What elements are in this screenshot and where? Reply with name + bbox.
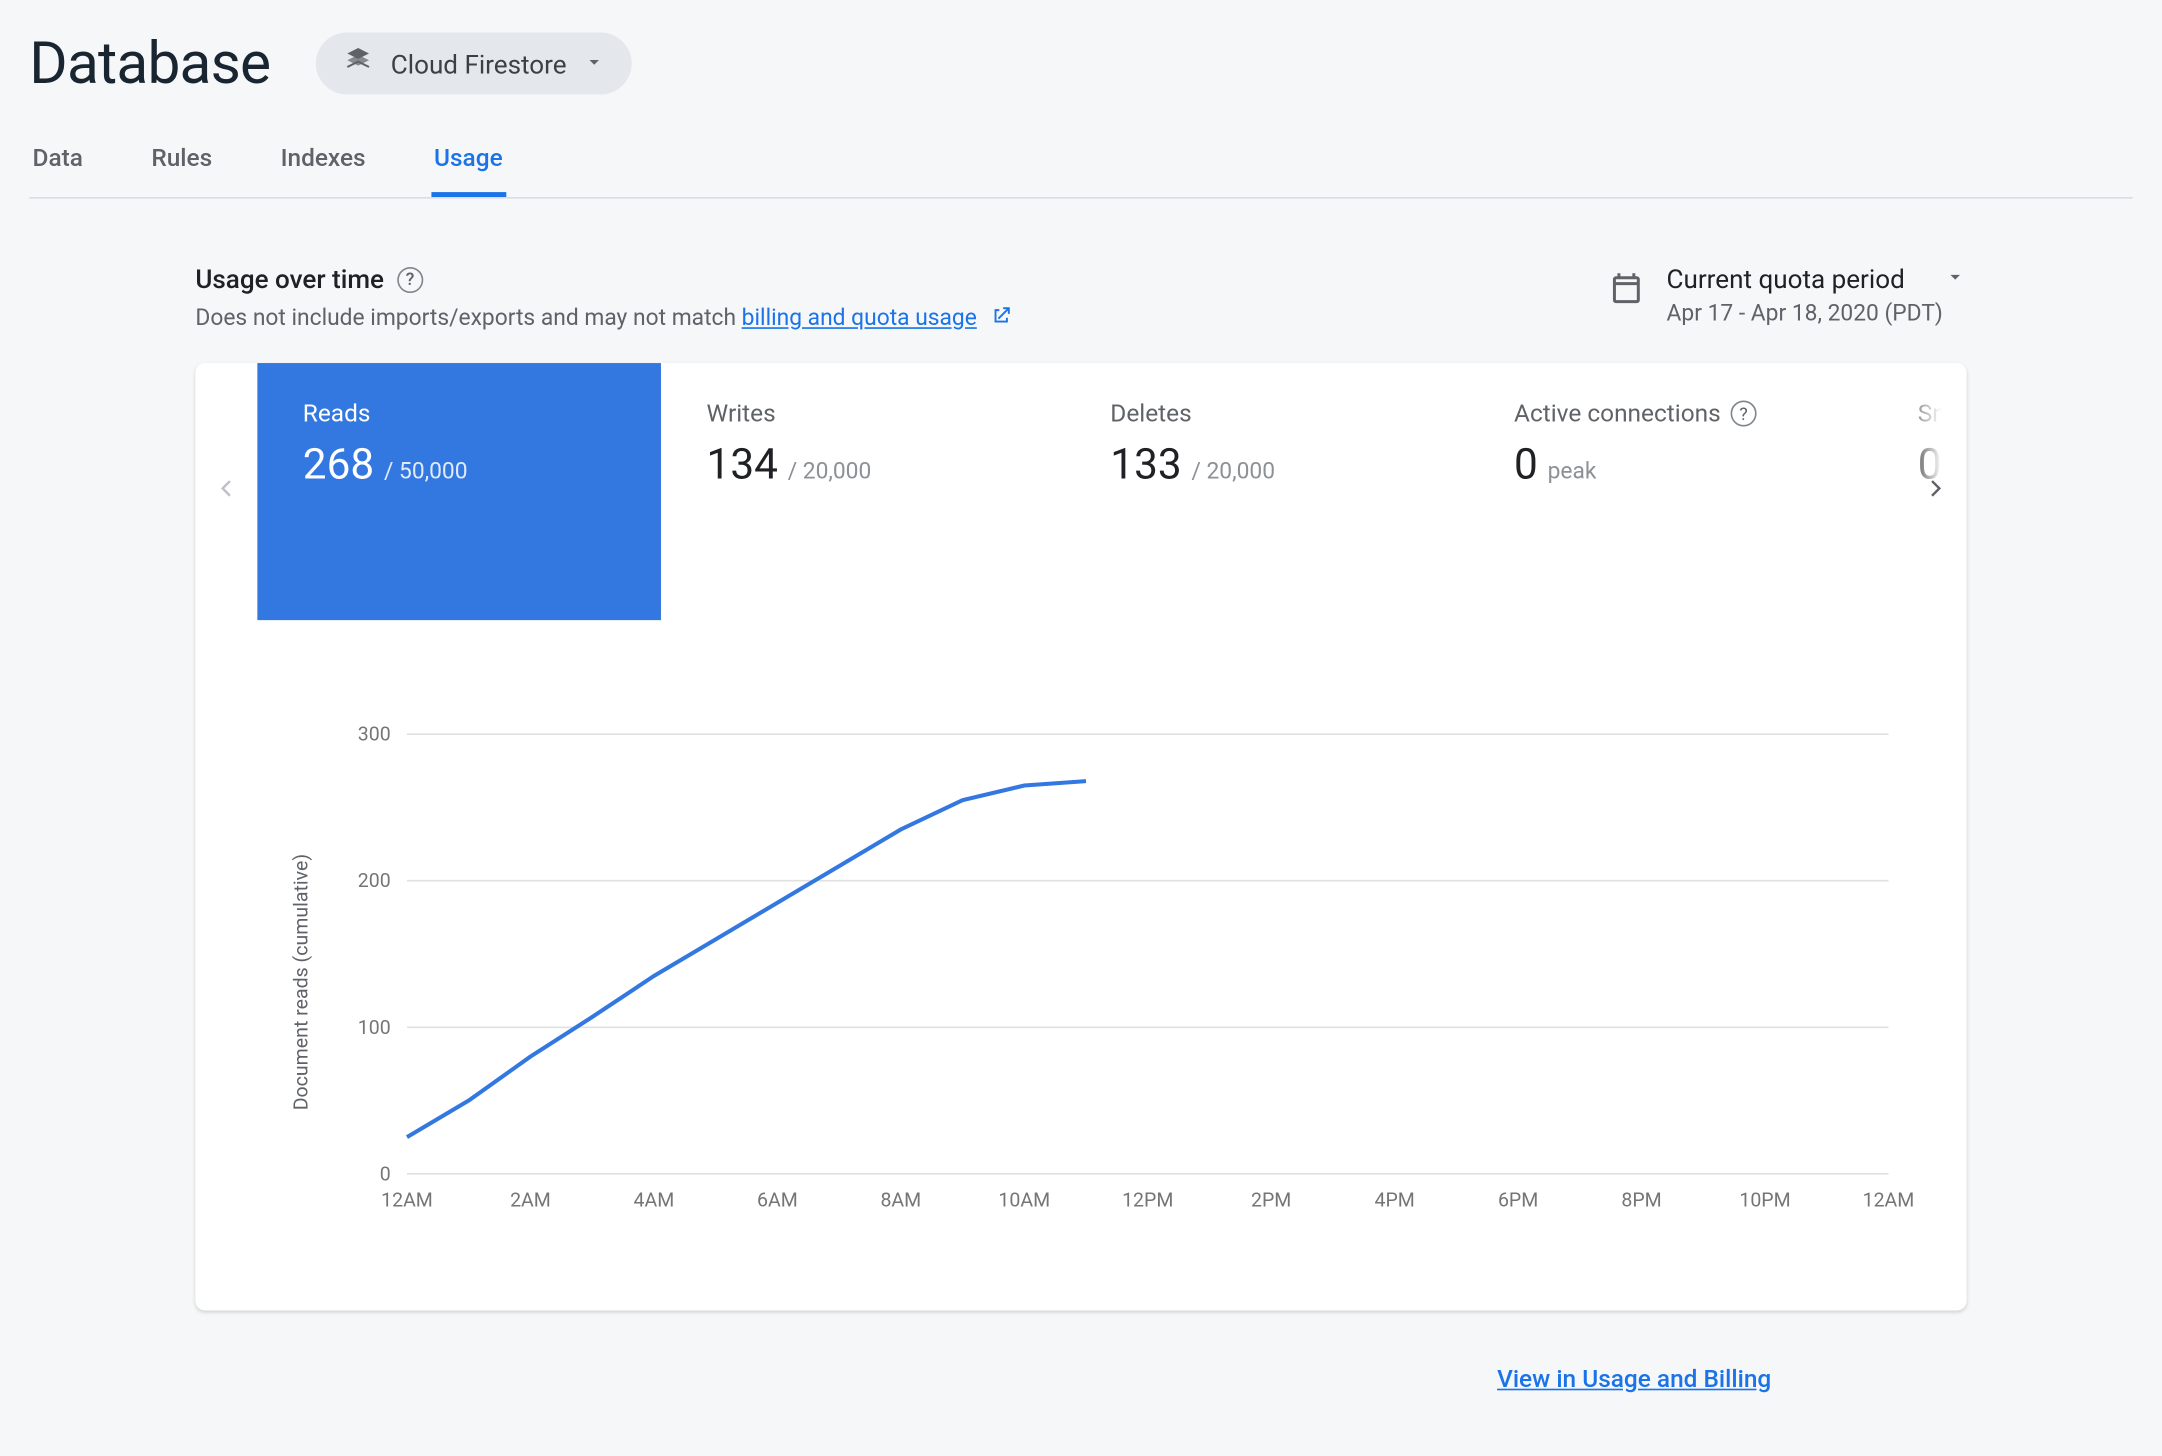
metric-label: Writes (707, 399, 776, 428)
help-icon[interactable]: ? (397, 266, 423, 292)
svg-text:4AM: 4AM (634, 1188, 675, 1211)
usage-subtitle-text: Does not include imports/exports and may… (195, 306, 741, 332)
metric-value: 134 (707, 441, 778, 490)
usage-subtitle: Does not include imports/exports and may… (195, 304, 1011, 333)
chevron-left-icon (212, 474, 241, 510)
svg-text:6PM: 6PM (1498, 1188, 1538, 1211)
tab-rules[interactable]: Rules (148, 143, 215, 197)
metric-value: 133 (1110, 441, 1181, 490)
caret-down-icon (583, 48, 606, 79)
page-title: Database (29, 29, 270, 97)
period-label: Current quota period (1667, 264, 1905, 295)
metric-label: Active connections (1514, 399, 1721, 428)
tab-indexes[interactable]: Indexes (277, 143, 369, 197)
database-selector[interactable]: Cloud Firestore (316, 33, 632, 95)
scroll-left-button[interactable] (195, 363, 257, 620)
y-axis-label: Document reads (cumulative) (277, 718, 326, 1245)
svg-text:2PM: 2PM (1251, 1188, 1291, 1211)
metric-deletes[interactable]: Deletes 133 / 20,000 (1065, 363, 1469, 620)
metric-quota: peak (1548, 459, 1597, 485)
svg-text:0: 0 (380, 1162, 391, 1185)
period-range: Apr 17 - Apr 18, 2020 (PDT) (1667, 301, 1967, 327)
help-icon[interactable]: ? (1730, 400, 1756, 426)
metric-reads[interactable]: Reads 268 / 50,000 (257, 363, 661, 620)
svg-text:100: 100 (358, 1016, 391, 1039)
firestore-icon (342, 44, 375, 83)
svg-text:4PM: 4PM (1374, 1188, 1414, 1211)
period-selector[interactable]: Current quota period Apr 17 - Apr 18, 20… (1667, 264, 1967, 327)
chevron-right-icon (1921, 474, 1950, 510)
billing-link-text: billing and quota usage (742, 306, 977, 332)
svg-text:12AM: 12AM (1863, 1188, 1915, 1211)
billing-link[interactable]: billing and quota usage (742, 306, 977, 332)
svg-text:6AM: 6AM (757, 1188, 798, 1211)
calendar-icon (1608, 270, 1644, 312)
caret-down-icon (1944, 264, 1967, 295)
metric-label: Deletes (1110, 399, 1191, 428)
usage-title: Usage over time (195, 264, 384, 295)
usage-card: Reads268/ 50,000Writes134/ 20,000Deletes… (195, 363, 1966, 1310)
svg-text:200: 200 (358, 869, 391, 892)
tab-usage[interactable]: Usage (431, 143, 506, 197)
metric-quota: / 50,000 (384, 459, 468, 485)
metric-label: Reads (303, 399, 371, 428)
svg-text:12AM: 12AM (381, 1188, 433, 1211)
scroll-right-button[interactable] (1905, 363, 1967, 620)
view-usage-billing-link[interactable]: View in Usage and Billing (1497, 1364, 1771, 1393)
metric-active-connections[interactable]: Active connections? 0 peak (1468, 363, 1872, 620)
svg-text:10PM: 10PM (1739, 1188, 1790, 1211)
tabs: Data Rules Indexes Usage (29, 143, 2132, 198)
svg-text:8AM: 8AM (880, 1188, 921, 1211)
metric-quota: / 20,000 (1191, 459, 1275, 485)
external-link-icon (989, 304, 1012, 333)
svg-text:12PM: 12PM (1122, 1188, 1173, 1211)
svg-text:8PM: 8PM (1621, 1188, 1661, 1211)
svg-text:2AM: 2AM (510, 1188, 551, 1211)
metric-value: 268 (303, 441, 374, 490)
metric-value: 0 (1514, 441, 1538, 490)
tab-data[interactable]: Data (29, 143, 86, 197)
svg-text:300: 300 (358, 723, 391, 746)
metric-writes[interactable]: Writes 134 / 20,000 (661, 363, 1065, 620)
svg-text:10AM: 10AM (998, 1188, 1050, 1211)
metric-quota: / 20,000 (788, 459, 872, 485)
database-selector-label: Cloud Firestore (391, 48, 567, 79)
usage-chart: 0 100 200 300 12AM 2AM 4AM 6AM 8AM 10AM 12PM 2PM 4PM… (326, 718, 1921, 1239)
